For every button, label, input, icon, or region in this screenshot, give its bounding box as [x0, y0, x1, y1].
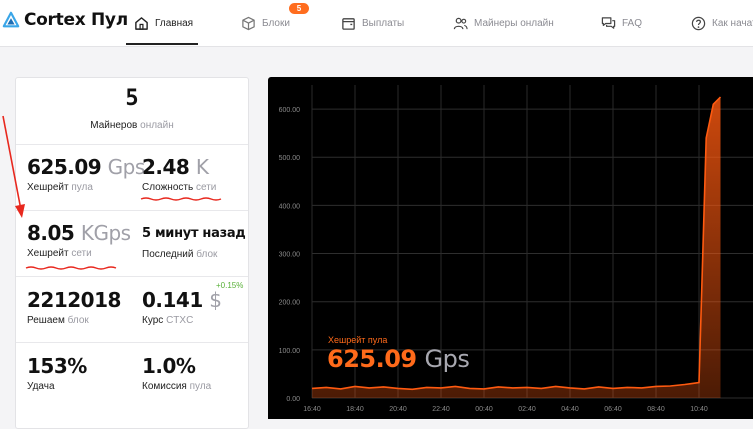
divider [16, 210, 248, 211]
y-tick-label: 0.00 [286, 396, 300, 403]
cube-icon [242, 16, 255, 30]
logo-icon [2, 11, 20, 28]
difficulty-unit: K [195, 155, 209, 179]
nav-label: FAQ [622, 17, 643, 29]
annotation-arrow [2, 115, 25, 218]
y-tick-label: 100.00 [279, 348, 301, 355]
y-tick-label: 600.00 [279, 107, 301, 114]
nav-label: Выплаты [362, 17, 405, 29]
fee-value: 1.0% [142, 354, 196, 378]
solving-block-value: 2212018 [27, 288, 121, 312]
nav-item-blocks[interactable]: Блоки [241, 0, 290, 46]
chart-hashrate-label: Хешрейт пула [328, 335, 388, 345]
y-tick-label: 400.00 [279, 203, 301, 210]
top-header: Cortex Пул Главная Блоки 5 Выплаты Майне… [0, 0, 753, 47]
pool-hashrate-unit: Gps [107, 155, 146, 179]
network-hashrate-unit: KGps [80, 221, 131, 245]
x-tick-label: 22:40 [432, 406, 450, 413]
x-tick-label: 16:40 [303, 406, 321, 413]
price-change-badge: +0.15% [216, 281, 244, 290]
pool-stats-card: 5 Майнеров онлайн 625.09 Gps Хешрейт пул… [15, 77, 249, 429]
blocks-badge: 5 [289, 3, 309, 14]
help-icon [691, 16, 706, 30]
solving-block-stat: 2212018 Решаем блок [27, 288, 121, 326]
price-stat: 0.141 $ Курс CTXC [142, 288, 222, 326]
logo[interactable]: Cortex Пул [2, 8, 128, 32]
divider [16, 276, 248, 277]
network-difficulty-stat: 2.48 K Сложность сети [142, 155, 217, 193]
x-tick-label: 10:40 [690, 406, 708, 413]
nav-label: Как начать [712, 17, 753, 29]
active-tab-indicator [126, 43, 198, 45]
nav-label: Майнеры онлайн [474, 17, 554, 29]
nav-label: Главная [155, 17, 194, 29]
luck-stat: 153% Удача [27, 354, 87, 392]
nav-item-payouts[interactable]: Выплаты [341, 0, 404, 46]
x-tick-label: 00:40 [475, 406, 493, 413]
network-hashrate-value: 8.05 [27, 221, 75, 245]
nav-item-how-to-start[interactable]: Как начать [691, 0, 753, 46]
y-tick-label: 300.00 [279, 252, 301, 259]
divider [16, 144, 248, 145]
nav-item-faq[interactable]: FAQ [601, 0, 642, 46]
pool-fee-stat: 1.0% Комиссия пула [142, 354, 212, 392]
pool-hashrate-value: 625.09 [27, 155, 102, 179]
x-tick-label: 04:40 [561, 406, 579, 413]
x-tick-label: 02:40 [518, 406, 536, 413]
miners-online-label: Майнеров онлайн [90, 120, 174, 131]
x-tick-label: 08:40 [647, 406, 665, 413]
miners-online-count: 5 [125, 86, 139, 111]
users-icon [453, 17, 468, 29]
price-value: 0.141 [142, 288, 203, 312]
x-tick-label: 20:40 [389, 406, 407, 413]
nav-item-home[interactable]: Главная [134, 0, 193, 46]
x-tick-label: 06:40 [604, 406, 622, 413]
last-block-value: 5 минут назад [142, 226, 246, 241]
luck-value: 153% [27, 354, 87, 378]
difficulty-value: 2.48 [142, 155, 190, 179]
price-unit: $ [209, 288, 222, 312]
annotation-underline [140, 197, 222, 201]
y-tick-label: 500.00 [279, 155, 301, 162]
nav-item-miners-online[interactable]: Майнеры онлайн [453, 0, 554, 46]
x-tick-label: 18:40 [346, 406, 364, 413]
wallet-icon [342, 17, 355, 30]
pool-hashrate-stat: 625.09 Gps Хешрейт пула [27, 155, 145, 193]
chart-hashrate-value: 625.09 Gps [327, 345, 470, 373]
y-tick-label: 200.00 [279, 300, 301, 307]
nav-label: Блоки [262, 17, 290, 29]
hashrate-chart: 0.00 100.00 200.00 300.00 400.00 500.00 600.00… [268, 77, 753, 419]
chat-icon [601, 16, 616, 29]
home-icon [135, 16, 148, 30]
app-name: Cortex Пул [24, 10, 128, 30]
network-hashrate-stat: 8.05 KGps Хешрейт сети [27, 221, 131, 259]
annotation-underline [25, 266, 117, 270]
last-block-stat: 5 минут назад Последний блок [142, 226, 246, 260]
divider [16, 342, 248, 343]
